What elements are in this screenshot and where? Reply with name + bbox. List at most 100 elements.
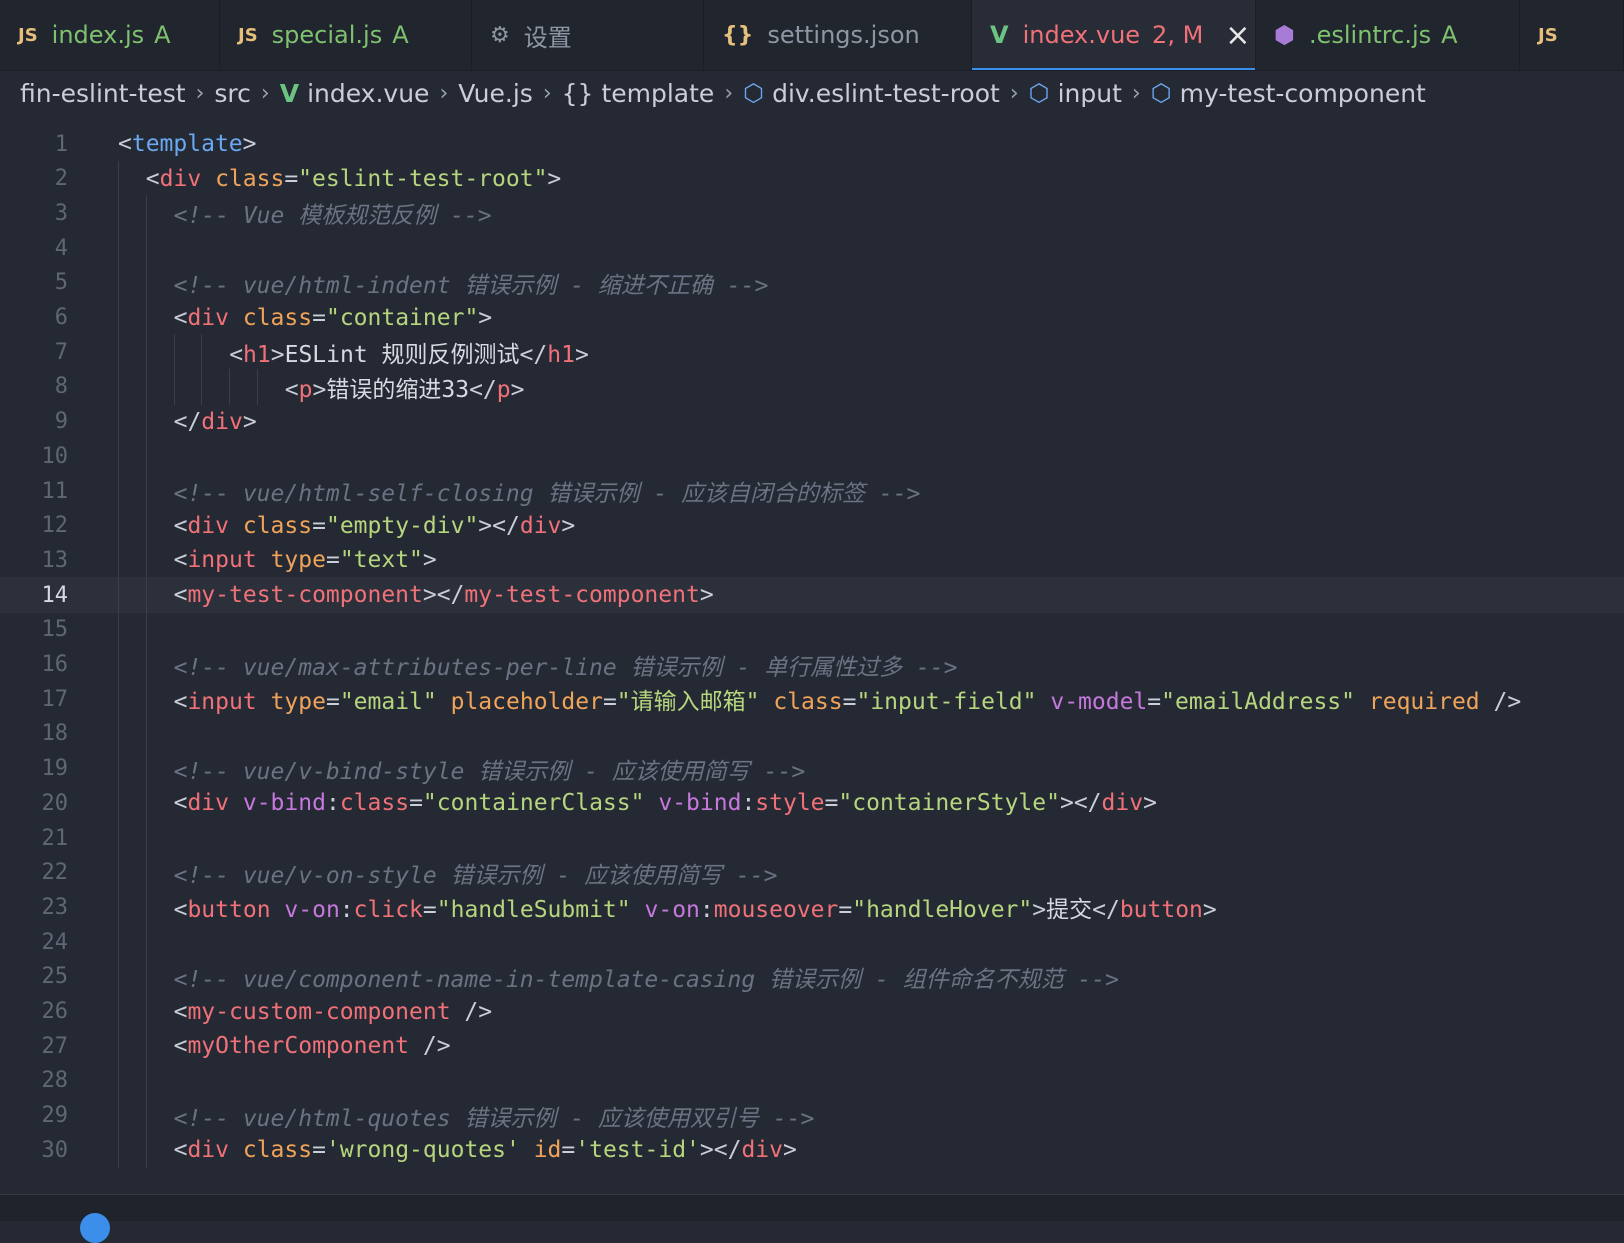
tab-index-js[interactable]: JS index.js A — [0, 0, 220, 70]
line-number: 16 — [41, 652, 69, 677]
code-line[interactable]: 26 <my-custom-component /> — [0, 993, 1624, 1030]
code-line[interactable]: 2 <div class="eslint-test-root"> — [0, 160, 1624, 197]
code-line[interactable]: 29 <!-- vue/html-quotes 错误示例 - 应该使用双引号 --… — [0, 1097, 1624, 1134]
indent-guide — [145, 1062, 147, 1099]
code-line[interactable]: 16 <!-- vue/max-attributes-per-line 错误示例 … — [0, 646, 1624, 683]
token-punc: < — [173, 512, 188, 539]
indent-guide — [229, 368, 231, 405]
code-line[interactable]: 19 <!-- vue/v-bind-style 错误示例 - 应该使用简写 --… — [0, 750, 1624, 787]
indent-guide — [118, 1132, 119, 1169]
token-tag: div — [741, 1137, 783, 1164]
token-attr: class — [242, 1137, 313, 1164]
breadcrumb-item-my-test-component[interactable]: ⬡ my-test-component — [1151, 79, 1426, 108]
tab-label: special.js — [271, 21, 383, 49]
line-number: 21 — [41, 825, 69, 851]
token-text: ESLint 规则反例测试 — [284, 342, 520, 369]
indent-guide — [145, 785, 147, 822]
token-attr: required — [1368, 689, 1480, 716]
line-number: 20 — [41, 790, 69, 816]
breadcrumb-item-Vue-js[interactable]: Vue.js — [458, 79, 533, 108]
token-tag: p — [298, 376, 313, 403]
token-punc — [229, 513, 243, 539]
token-punc: > — [699, 582, 714, 609]
code-line[interactable]: 12 <div class="empty-div"></div> — [0, 507, 1624, 544]
code-line[interactable]: 23 <button v-on:click="handleSubmit" v-on… — [0, 889, 1624, 926]
token-dir: v-bind — [658, 790, 742, 817]
indent-guide — [145, 681, 147, 718]
line-number: 25 — [41, 964, 69, 990]
tab-special-js[interactable]: JS special.js A — [220, 0, 472, 70]
breadcrumb-label: index.vue — [307, 78, 430, 108]
tab-eslintrc-js[interactable]: ⬢ .eslintrc.js A — [1256, 0, 1520, 70]
chevron-right-icon: › — [542, 80, 552, 106]
tab-settings-json[interactable]: {} settings.json — [704, 0, 972, 70]
token-punc: = — [842, 689, 857, 716]
token-punc: = — [312, 1137, 326, 1164]
indent-guide — [118, 577, 119, 614]
token-punc: = — [824, 790, 839, 817]
code-line[interactable]: 5 <!-- vue/html-indent 错误示例 - 缩进不正确 --> — [0, 264, 1624, 301]
line-number: 15 — [41, 617, 69, 643]
token-str: "container" — [325, 304, 479, 331]
tab-设置[interactable]: ⚙ 设置 — [472, 0, 704, 70]
token-attr: type — [270, 689, 326, 716]
indent-guide — [145, 715, 147, 752]
token-dir: v-on — [644, 897, 700, 924]
indent-guide — [201, 368, 203, 405]
indent-guide — [257, 368, 258, 405]
code-line[interactable]: 13 <input type="text"> — [0, 542, 1624, 579]
token-punc: /> — [409, 1033, 451, 1060]
breadcrumb-item-src[interactable]: src — [214, 79, 251, 108]
code-line[interactable]: 7 <h1>ESLint 规则反例测试</h1> — [0, 334, 1624, 371]
tab-index-vue[interactable]: Vindex.vue 2, M × — [972, 0, 1256, 70]
code-line[interactable]: 9 </div> — [0, 403, 1624, 440]
code-line[interactable]: 20 <div v-bind:class="containerClass" v-b… — [0, 785, 1624, 822]
breadcrumb-item-input[interactable]: ⬡ input — [1029, 79, 1122, 108]
indent-guide — [145, 924, 147, 961]
indent-guide — [118, 334, 119, 371]
token-attr: class — [242, 512, 313, 539]
breadcrumb-item-template[interactable]: {} template — [562, 79, 715, 108]
indent-guide — [118, 542, 119, 579]
indent-guide — [118, 264, 119, 301]
code-line[interactable]: 17 <input type="email" placeholder="请输入邮箱… — [0, 681, 1624, 718]
code-line[interactable]: 18 — [0, 715, 1624, 752]
code-line[interactable]: 4 — [0, 230, 1624, 267]
code-line[interactable]: 22 <!-- vue/v-on-style 错误示例 - 应该使用简写 --> — [0, 854, 1624, 891]
code-line[interactable]: 25 <!-- vue/component-name-in-template-ca… — [0, 958, 1624, 995]
code-line[interactable]: 8 <p>错误的缩进33</p> — [0, 368, 1624, 405]
token-punc: = — [312, 304, 326, 331]
indent-guide — [145, 473, 147, 509]
breadcrumb-item-div-eslint-test-root[interactable]: ⬡ div.eslint-test-root — [743, 79, 1000, 108]
indent-guide — [145, 1132, 147, 1169]
code-line[interactable]: 10 — [0, 438, 1624, 475]
code-line[interactable]: 6 <div class="container"> — [0, 299, 1624, 336]
breadcrumb-item-fin-eslint-test[interactable]: fin-eslint-test — [20, 79, 186, 108]
tab-partial[interactable]: JS — [1520, 0, 1624, 70]
token-punc: = — [602, 689, 617, 716]
code-line[interactable]: 1 <template> — [0, 126, 1624, 162]
code-line[interactable]: 28 — [0, 1062, 1624, 1099]
code-text: <div class='wrong-quotes' id='test-id'><… — [174, 1137, 797, 1163]
code-text: <my-test-component></my-test-component> — [174, 582, 714, 608]
code-line[interactable]: 27 <myOtherComponent /> — [0, 1028, 1624, 1065]
tab-label: index.vue — [1022, 21, 1141, 49]
close-icon[interactable]: × — [1225, 18, 1250, 53]
code-line[interactable]: 3 <!-- Vue 模板规范反例 --> — [0, 195, 1624, 232]
code-text: <div class="empty-div"></div> — [174, 513, 576, 539]
code-line[interactable]: 24 — [0, 924, 1624, 961]
code-line[interactable]: 30 <div class='wrong-quotes' id='test-id'… — [0, 1132, 1624, 1169]
indent-guide — [118, 195, 119, 232]
token-punc: < — [118, 131, 132, 157]
breadcrumb-item-index-vue[interactable]: Vindex.vue — [280, 79, 430, 108]
code-line[interactable]: 15 — [0, 611, 1624, 648]
indent-guide — [201, 334, 203, 371]
code-line[interactable]: 14 <my-test-component></my-test-component… — [0, 577, 1624, 614]
code-line[interactable]: 21 — [0, 820, 1624, 856]
line-number: 2 — [54, 166, 68, 192]
token-com: <!-- vue/v-bind-style 错误示例 - 应该使用简写 --> — [173, 758, 806, 785]
token-punc: < — [173, 547, 188, 574]
token-punc: </ — [469, 376, 497, 403]
code-line[interactable]: 11 <!-- vue/html-self-closing 错误示例 - 应该自闭… — [0, 473, 1624, 509]
code-editor[interactable]: 1 <template> 2 <div class="eslint-test-root… — [0, 116, 1624, 1194]
